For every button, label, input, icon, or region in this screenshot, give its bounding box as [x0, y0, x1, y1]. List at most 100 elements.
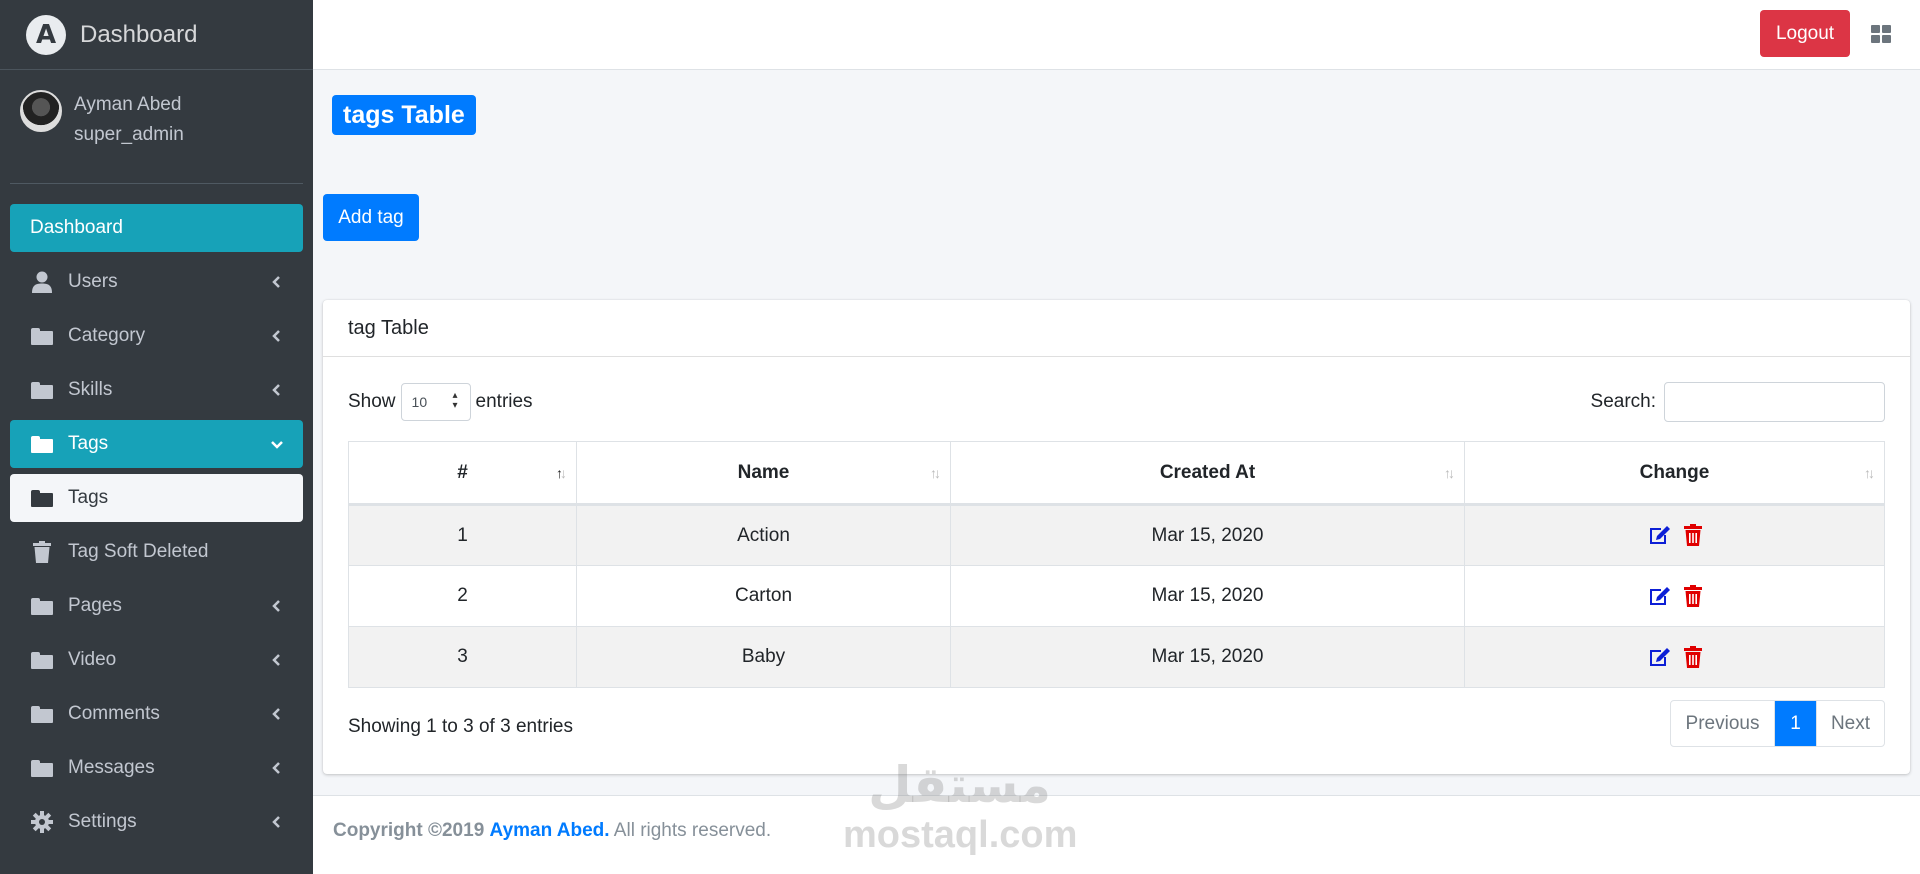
edit-icon[interactable] — [1648, 646, 1672, 668]
sort-icon: ↑↓ — [1444, 464, 1455, 481]
sort-icon: ↑↓ — [1864, 464, 1875, 481]
cell-created-at: Mar 15, 2020 — [950, 565, 1465, 627]
sidebar-item-category[interactable]: Category — [10, 312, 303, 360]
copyright-text: Copyright ©2019 — [333, 820, 485, 841]
cell-created-at: Mar 15, 2020 — [950, 504, 1465, 566]
page-title: tags Table — [332, 95, 476, 135]
sidebar-item-label: Tags — [68, 433, 109, 454]
sidebar-item-label: Comments — [68, 703, 160, 724]
user-icon — [30, 270, 54, 294]
sidebar-item-label: Settings — [68, 811, 137, 832]
sidebar-item-label: Pages — [68, 595, 122, 616]
sidebar-item-settings[interactable]: Settings — [10, 798, 303, 846]
column-header-created-at[interactable]: Created At ↑↓ — [950, 441, 1465, 506]
brand-logo: A — [26, 14, 66, 55]
brand-link[interactable]: A Dashboard — [0, 0, 313, 70]
folder-icon — [30, 324, 54, 348]
tags-table: # ↑↓ Name ↑↓ Created At ↑↓ Change ↑↓ 1 Actio… — [348, 441, 1885, 688]
cell-created-at: Mar 15, 2020 — [950, 626, 1465, 688]
chevron-left-icon — [272, 330, 280, 342]
sort-asc-icon: ↑↓ — [556, 464, 567, 481]
entries-length-control: Show 10 entries — [348, 383, 533, 421]
chevron-left-icon — [272, 816, 280, 828]
sidebar-item-dashboard[interactable]: Dashboard — [10, 204, 303, 252]
sidebar-item-label: Video — [68, 649, 117, 670]
cell-actions — [1464, 504, 1885, 566]
user-name[interactable]: Ayman Abed — [74, 90, 184, 120]
sidebar-nav: Dashboard Users Category Skills Tags Tag… — [0, 184, 313, 846]
logout-button[interactable]: Logout — [1760, 10, 1850, 57]
trash-icon[interactable] — [1683, 645, 1702, 668]
column-header-name[interactable]: Name ↑↓ — [576, 441, 951, 506]
table-row: 2 Carton Mar 15, 2020 — [348, 565, 1885, 627]
chevron-left-icon — [272, 600, 280, 612]
sidebar-item-label: Messages — [68, 757, 155, 778]
folder-icon — [30, 486, 54, 510]
table-row: 1 Action Mar 15, 2020 — [348, 504, 1885, 566]
sidebar-item-label: Skills — [68, 379, 113, 400]
sidebar-item-tags[interactable]: Tags — [10, 420, 303, 468]
sidebar-subitem-tags[interactable]: Tags — [10, 474, 303, 522]
folder-icon — [30, 648, 54, 672]
footer: Copyright ©2019 Ayman Abed. All rights r… — [313, 795, 1920, 874]
edit-icon[interactable] — [1648, 585, 1672, 607]
cell-name: Carton — [576, 565, 951, 627]
sidebar-item-pages[interactable]: Pages — [10, 582, 303, 630]
watermark: مستقل mostaql.com — [843, 756, 1078, 856]
sidebar-item-video[interactable]: Video — [10, 636, 303, 684]
sidebar-item-label: Users — [68, 271, 118, 292]
sidebar-item-users[interactable]: Users — [10, 258, 303, 306]
cell-actions — [1464, 565, 1885, 627]
edit-icon[interactable] — [1648, 524, 1672, 546]
sidebar-item-label: Dashboard — [30, 217, 123, 238]
rights-text: All rights reserved. — [613, 820, 772, 841]
cell-actions — [1464, 626, 1885, 688]
chevron-left-icon — [272, 384, 280, 396]
entries-label: entries — [475, 391, 533, 412]
trash-icon[interactable] — [1683, 524, 1702, 547]
cell-name: Action — [576, 504, 951, 566]
card-title: tag Table — [323, 300, 1910, 357]
search-control: Search: — [1591, 382, 1885, 422]
add-tag-button[interactable]: Add tag — [323, 194, 419, 241]
sidebar-item-comments[interactable]: Comments — [10, 690, 303, 738]
cell-id: 2 — [348, 565, 577, 627]
next-page-button[interactable]: Next — [1816, 701, 1884, 746]
folder-icon — [30, 432, 54, 456]
previous-page-button[interactable]: Previous — [1671, 701, 1774, 746]
sidebar-item-label: Tag Soft Deleted — [68, 541, 209, 562]
chevron-left-icon — [272, 276, 280, 288]
author-link[interactable]: Ayman Abed. — [490, 820, 610, 841]
user-role: super_admin — [74, 124, 184, 145]
gear-icon — [30, 810, 54, 834]
grid-icon[interactable] — [1871, 25, 1891, 43]
chevron-left-icon — [272, 654, 280, 666]
pagination: Previous 1 Next — [1670, 700, 1885, 747]
show-label: Show — [348, 391, 396, 412]
sort-icon: ↑↓ — [930, 464, 941, 481]
sidebar-item-messages[interactable]: Messages — [10, 744, 303, 792]
folder-icon — [30, 594, 54, 618]
sidebar-subitem-tag-soft-deleted[interactable]: Tag Soft Deleted — [10, 528, 303, 576]
table-row: 3 Baby Mar 15, 2020 — [348, 626, 1885, 688]
folder-icon — [30, 378, 54, 402]
page-1-button[interactable]: 1 — [1774, 701, 1816, 746]
search-label: Search: — [1590, 391, 1656, 412]
search-input[interactable] — [1664, 382, 1885, 422]
sidebar-item-label: Tags — [68, 487, 109, 508]
table-info: Showing 1 to 3 of 3 entries — [348, 716, 573, 737]
cell-id: 3 — [348, 626, 577, 688]
user-panel: Ayman Abed super_admin — [10, 70, 303, 184]
column-header-change[interactable]: Change ↑↓ — [1464, 441, 1885, 506]
trash-icon[interactable] — [1683, 584, 1702, 607]
sidebar-item-skills[interactable]: Skills — [10, 366, 303, 414]
cell-id: 1 — [348, 504, 577, 566]
avatar[interactable] — [20, 90, 62, 132]
top-navbar: Logout — [313, 0, 1920, 70]
folder-icon — [30, 702, 54, 726]
tag-table-card: tag Table Show 10 entries Search: #↑↓ Na… — [323, 300, 1910, 774]
cell-name: Baby — [576, 626, 951, 688]
column-header-id[interactable]: # ↑↓ — [348, 441, 577, 506]
sidebar: A Dashboard Ayman Abed super_admin Dashb… — [0, 0, 313, 874]
entries-select[interactable]: 10 — [400, 383, 471, 421]
